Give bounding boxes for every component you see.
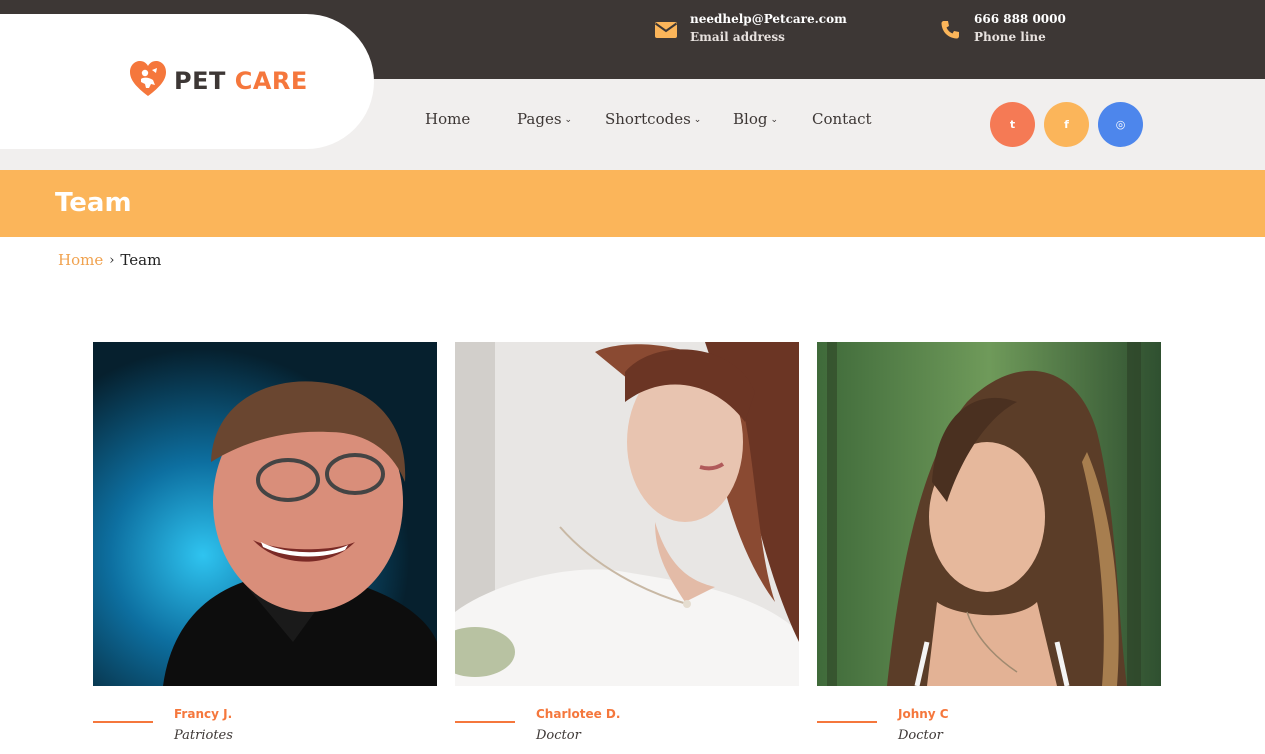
nav-shortcodes-label: Shortcodes bbox=[605, 110, 691, 128]
breadcrumb-home-link[interactable]: Home bbox=[58, 251, 103, 269]
twitter-button[interactable]: t bbox=[990, 102, 1035, 147]
chevron-down-icon: ⌄ bbox=[564, 115, 573, 125]
chevron-down-icon: ⌄ bbox=[770, 115, 778, 125]
breadcrumb-separator-icon: › bbox=[109, 252, 115, 268]
team-member-photo[interactable] bbox=[93, 342, 437, 686]
heart-pet-icon bbox=[128, 60, 168, 102]
nav-blog[interactable]: Blog ⌄ bbox=[733, 110, 778, 128]
phone-contact[interactable]: 666 888 0000 Phone line bbox=[936, 12, 1066, 44]
nav-home[interactable]: Home bbox=[425, 110, 470, 128]
phone-number[interactable]: 666 888 0000 bbox=[974, 12, 1066, 26]
card-accent-divider bbox=[817, 721, 877, 723]
team-member-card[interactable]: Francy J. Patriotes bbox=[93, 342, 437, 743]
phone-icon bbox=[936, 16, 964, 44]
site-logo[interactable]: PET CARE bbox=[128, 60, 308, 102]
logo-text-care: CARE bbox=[234, 67, 308, 95]
nav-shortcodes[interactable]: Shortcodes ⌄ bbox=[605, 110, 701, 128]
envelope-icon bbox=[652, 16, 680, 44]
team-member-card[interactable]: Johny C Doctor bbox=[817, 342, 1161, 743]
team-member-card[interactable]: Charlotee D. Doctor bbox=[455, 342, 799, 743]
nav-contact-label: Contact bbox=[812, 110, 872, 128]
instagram-icon: ◎ bbox=[1115, 118, 1126, 131]
nav-blog-label: Blog bbox=[733, 110, 768, 128]
email-contact[interactable]: needhelp@Petcare.com Email address bbox=[652, 12, 847, 44]
team-member-role: Doctor bbox=[898, 728, 943, 743]
team-member-photo[interactable] bbox=[455, 342, 799, 686]
logo-text-pet: PET bbox=[174, 67, 226, 95]
email-address[interactable]: needhelp@Petcare.com bbox=[690, 12, 847, 26]
team-member-name[interactable]: Charlotee D. bbox=[536, 707, 620, 721]
team-member-name[interactable]: Johny C bbox=[898, 707, 949, 721]
facebook-button[interactable]: f bbox=[1044, 102, 1089, 147]
facebook-icon: f bbox=[1064, 118, 1069, 131]
card-accent-divider bbox=[93, 721, 153, 723]
nav-pages-label: Pages bbox=[517, 110, 562, 128]
breadcrumb-current: Team bbox=[120, 251, 162, 269]
page-title-banner: Team bbox=[0, 170, 1265, 237]
team-member-name[interactable]: Francy J. bbox=[174, 707, 232, 721]
page-title: Team bbox=[55, 188, 132, 218]
phone-label: Phone line bbox=[974, 30, 1046, 44]
card-accent-divider bbox=[455, 721, 515, 723]
nav-pages[interactable]: Pages ⌄ bbox=[517, 110, 572, 128]
team-member-role: Doctor bbox=[536, 728, 581, 743]
email-label: Email address bbox=[690, 30, 785, 44]
team-member-photo[interactable] bbox=[817, 342, 1161, 686]
nav-home-label: Home bbox=[425, 110, 471, 128]
instagram-button[interactable]: ◎ bbox=[1098, 102, 1143, 147]
breadcrumb: Home › Team bbox=[58, 251, 161, 269]
team-member-role: Patriotes bbox=[174, 728, 233, 743]
chevron-down-icon: ⌄ bbox=[693, 115, 702, 125]
nav-contact[interactable]: Contact bbox=[812, 110, 872, 128]
twitter-icon: t bbox=[1009, 118, 1016, 131]
